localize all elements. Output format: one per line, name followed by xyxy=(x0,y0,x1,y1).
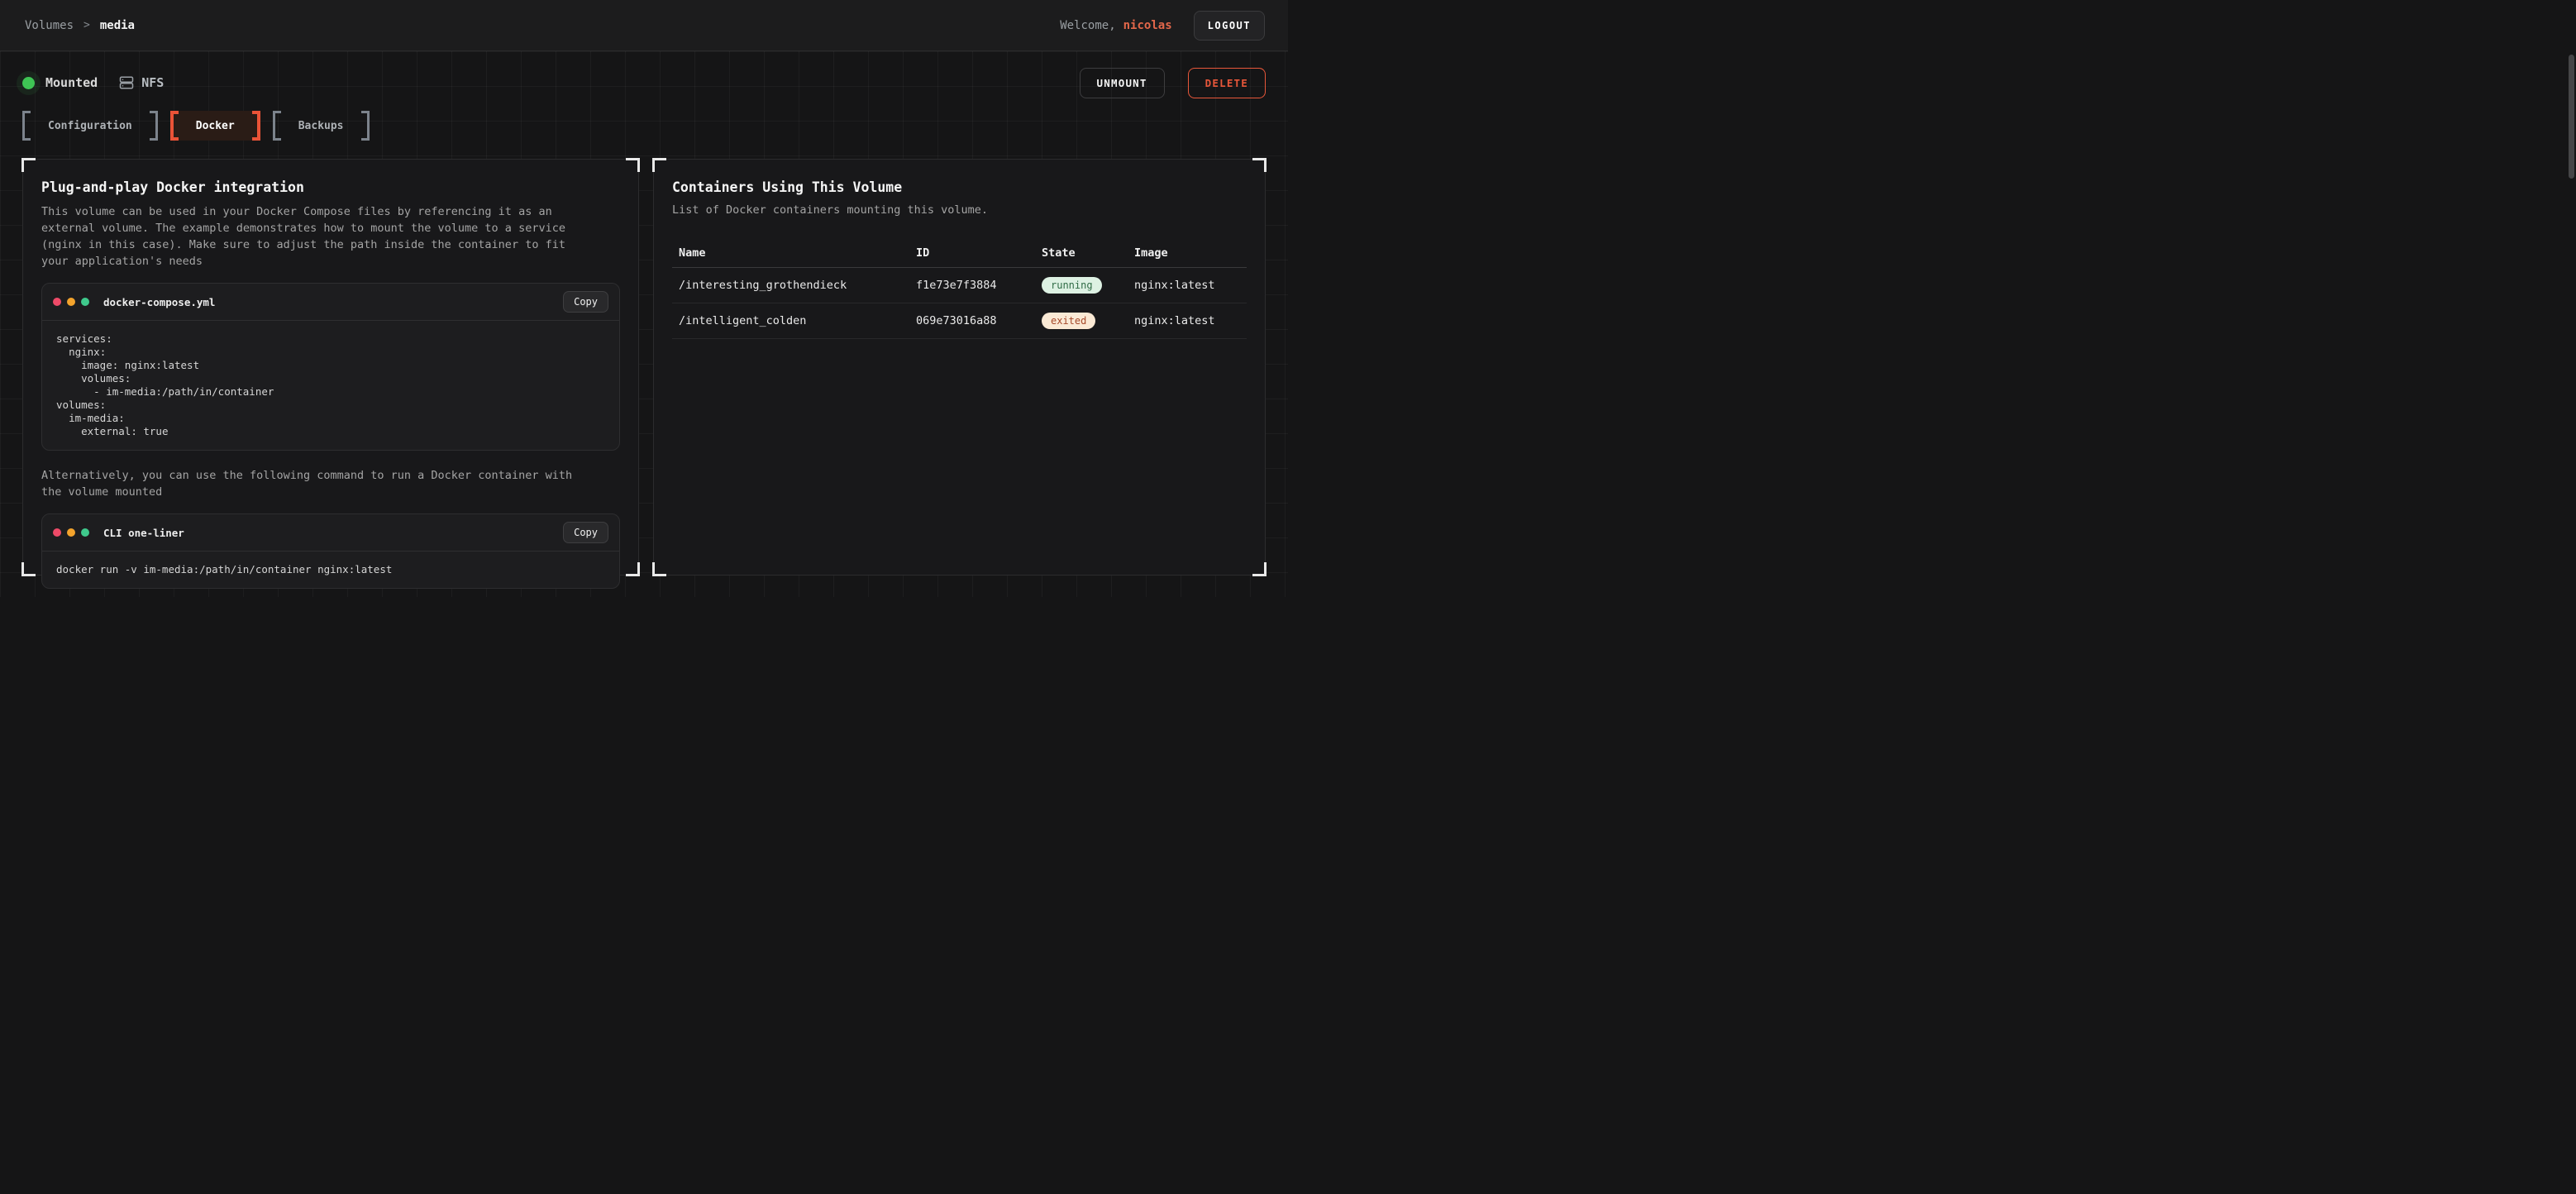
welcome-text: Welcome, xyxy=(1060,19,1115,32)
compose-filename: docker-compose.yml xyxy=(103,296,215,308)
breadcrumb: Volumes > media xyxy=(25,19,135,32)
bracket-left-icon xyxy=(170,111,179,141)
cli-block-title: CLI one-liner xyxy=(103,527,184,539)
cli-code: docker run -v im-media:/path/in/containe… xyxy=(42,552,619,588)
yellow-dot-icon xyxy=(67,528,75,537)
status-badge: exited xyxy=(1042,313,1095,329)
green-dot-icon xyxy=(81,298,89,306)
table-header-row: Name ID State Image xyxy=(672,239,1247,268)
unmount-button[interactable]: UNMOUNT xyxy=(1080,68,1165,98)
container-image: nginx:latest xyxy=(1128,270,1247,301)
tab-backups-label: Backups xyxy=(281,111,361,141)
cli-code-block: CLI one-liner Copy docker run -v im-medi… xyxy=(41,513,620,589)
docker-integration-panel: Plug-and-play Docker integration This vo… xyxy=(22,159,639,576)
chevron-right-icon: > xyxy=(83,19,90,31)
username: nicolas xyxy=(1123,19,1172,32)
tab-backups[interactable]: Backups xyxy=(273,111,370,141)
bracket-right-icon xyxy=(252,111,260,141)
container-id: 069e73016a88 xyxy=(909,305,1035,337)
delete-button[interactable]: DELETE xyxy=(1188,68,1266,98)
server-icon xyxy=(119,75,134,90)
container-name: /intelligent_colden xyxy=(672,305,909,337)
logout-button[interactable]: LOGOUT xyxy=(1194,11,1265,41)
corner-bracket-icon xyxy=(626,158,640,172)
corner-bracket-icon xyxy=(21,158,36,172)
corner-bracket-icon xyxy=(1252,158,1267,172)
main-content: Mounted NFS UNMOUNT DELETE Configuration xyxy=(0,51,1288,597)
container-image: nginx:latest xyxy=(1128,305,1247,337)
status-badge: running xyxy=(1042,277,1102,294)
green-dot-icon xyxy=(81,528,89,537)
containers-panel: Containers Using This Volume List of Doc… xyxy=(653,159,1266,576)
copy-cli-button[interactable]: Copy xyxy=(563,522,608,543)
containers-panel-subtitle: List of Docker containers mounting this … xyxy=(672,203,1247,217)
bracket-left-icon xyxy=(273,111,281,141)
corner-bracket-icon xyxy=(652,158,666,172)
tab-bar: Configuration Docker Backups xyxy=(22,111,1266,141)
compose-code-block: docker-compose.yml Copy services: nginx:… xyxy=(41,283,620,451)
mount-status-label: Mounted xyxy=(45,75,98,90)
containers-table: Name ID State Image /interesting_grothen… xyxy=(672,239,1247,339)
traffic-lights-icon xyxy=(53,298,89,306)
top-header: Volumes > media Welcome, nicolas LOGOUT xyxy=(0,0,1288,51)
corner-bracket-icon xyxy=(626,562,640,576)
table-row: /interesting_grothendieck f1e73e7f3884 r… xyxy=(672,268,1247,303)
filesystem-type-label: NFS xyxy=(141,75,164,90)
traffic-lights-icon xyxy=(53,528,89,537)
table-row: /intelligent_colden 069e73016a88 exited … xyxy=(672,303,1247,339)
corner-bracket-icon xyxy=(652,562,666,576)
red-dot-icon xyxy=(53,528,61,537)
docker-panel-description: This volume can be used in your Docker C… xyxy=(41,203,587,270)
containers-panel-title: Containers Using This Volume xyxy=(672,179,1247,195)
breadcrumb-current-volume: media xyxy=(100,19,135,32)
cli-intro-text: Alternatively, you can use the following… xyxy=(41,467,587,500)
tab-configuration[interactable]: Configuration xyxy=(22,111,158,141)
mounted-status-dot-icon xyxy=(22,77,35,89)
page-scrollbar[interactable] xyxy=(2569,55,2574,179)
compose-code: services: nginx: image: nginx:latest vol… xyxy=(42,321,619,450)
bracket-right-icon xyxy=(150,111,158,141)
red-dot-icon xyxy=(53,298,61,306)
container-name: /interesting_grothendieck xyxy=(672,270,909,301)
copy-compose-button[interactable]: Copy xyxy=(563,291,608,313)
tab-docker[interactable]: Docker xyxy=(170,111,260,141)
column-header-state: State xyxy=(1035,239,1128,267)
tab-docker-label: Docker xyxy=(179,111,252,141)
bracket-right-icon xyxy=(361,111,370,141)
bracket-left-icon xyxy=(22,111,31,141)
status-bar: Mounted NFS UNMOUNT DELETE xyxy=(22,51,1266,98)
container-id: f1e73e7f3884 xyxy=(909,270,1035,301)
tab-configuration-label: Configuration xyxy=(31,111,150,141)
corner-bracket-icon xyxy=(1252,562,1267,576)
corner-bracket-icon xyxy=(21,562,36,576)
breadcrumb-volumes-link[interactable]: Volumes xyxy=(25,19,74,32)
column-header-name: Name xyxy=(672,239,909,267)
yellow-dot-icon xyxy=(67,298,75,306)
column-header-image: Image xyxy=(1128,239,1247,267)
column-header-id: ID xyxy=(909,239,1035,267)
docker-panel-title: Plug-and-play Docker integration xyxy=(41,179,620,195)
